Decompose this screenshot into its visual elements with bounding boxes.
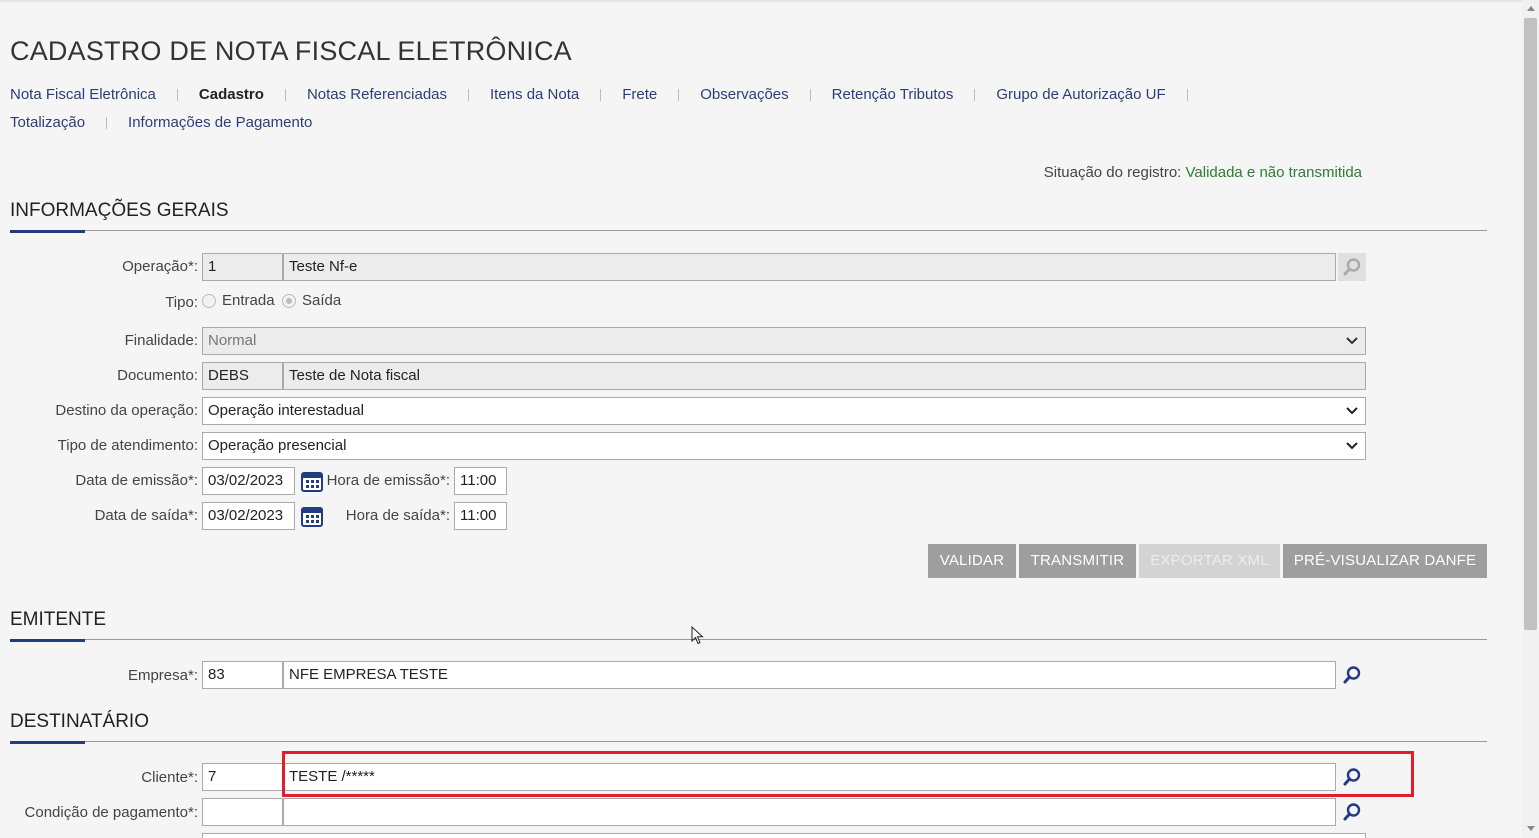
condicao-label: Condição de pagamento*: <box>24 804 198 821</box>
section-title: EMITENTE <box>10 609 107 630</box>
pre-visualizar-danfe-button[interactable]: PRÉ-VISUALIZAR DANFE <box>1283 544 1487 578</box>
destino-select[interactable]: Operação interestadual <box>202 397 1366 425</box>
atendimento-label: Tipo de atendimento: <box>57 437 198 454</box>
operacao-desc-field[interactable]: Teste Nf-e <box>283 253 1336 281</box>
page: CADASTRO DE NOTA FISCAL ELETRÔNICA Nota … <box>0 0 1539 838</box>
atendimento-value: Operação presencial <box>208 437 347 454</box>
scroll-up-icon[interactable] <box>1527 6 1535 11</box>
documento-label: Documento: <box>117 367 198 384</box>
section-emitente: EMITENTE <box>10 609 1487 642</box>
mouse-cursor-icon <box>691 626 704 645</box>
destino-value: Operação interestadual <box>208 402 364 419</box>
search-icon <box>1343 768 1361 786</box>
empresa-search-button[interactable] <box>1338 661 1366 689</box>
tipo-radio-saida[interactable]: Saída <box>282 292 341 309</box>
tipo-label: Tipo: <box>165 294 198 311</box>
section-accent-bar <box>10 639 85 642</box>
cliente-search-button[interactable] <box>1338 763 1366 791</box>
data-emissao-label: Data de emissão*: <box>75 472 198 489</box>
search-icon <box>1343 666 1361 684</box>
hora-emissao-field[interactable]: 11:00 <box>454 467 507 495</box>
radio-saida[interactable] <box>282 293 296 308</box>
tab-totalizacao[interactable]: Totalização <box>10 114 128 132</box>
operacao-search-button[interactable] <box>1338 253 1366 281</box>
destino-label: Destino da operação: <box>55 402 198 419</box>
condicao-code-field[interactable] <box>202 798 283 826</box>
chevron-down-icon <box>1346 337 1358 345</box>
status-label: Situação do registro: <box>1043 164 1182 181</box>
empresa-label: Empresa*: <box>127 667 198 684</box>
cliente-desc-field[interactable]: TESTE /***** <box>283 763 1336 791</box>
section-accent-bar <box>10 230 85 233</box>
data-saida-label: Data de saída*: <box>94 507 198 524</box>
operacao-code-field[interactable]: 1 <box>202 253 283 281</box>
tab-frete[interactable]: Frete <box>622 86 700 104</box>
tab-nota-fiscal[interactable]: Nota Fiscal Eletrônica <box>10 86 199 104</box>
search-icon <box>1343 803 1361 821</box>
section-informacoes-gerais: INFORMAÇÕES GERAIS <box>10 200 1487 233</box>
empresa-desc-field[interactable]: NFE EMPRESA TESTE <box>283 661 1336 689</box>
search-icon <box>1343 258 1361 276</box>
scrollbar-thumb[interactable] <box>1524 18 1537 630</box>
tab-itens-da-nota[interactable]: Itens da Nota <box>490 86 622 104</box>
empresa-code-field[interactable]: 83 <box>202 661 283 689</box>
chevron-down-icon <box>1346 407 1358 415</box>
finalidade-select[interactable]: Normal <box>202 327 1366 355</box>
radio-entrada[interactable] <box>202 293 216 308</box>
section-title: INFORMAÇÕES GERAIS <box>10 200 229 221</box>
section-title: DESTINATÁRIO <box>10 711 149 732</box>
cliente-code-field[interactable]: 7 <box>202 763 283 791</box>
chevron-down-icon <box>1346 442 1358 450</box>
transmitir-button[interactable]: TRANSMITIR <box>1019 544 1136 578</box>
page-title: CADASTRO DE NOTA FISCAL ELETRÔNICA <box>10 36 572 66</box>
radio-saida-label: Saída <box>302 292 342 309</box>
status-value: Validada e não transmitida <box>1185 164 1363 181</box>
tab-retencao-tributos[interactable]: Retenção Tributos <box>832 86 997 104</box>
tab-notas-referenciadas[interactable]: Notas Referenciadas <box>307 86 490 104</box>
next-field-partial[interactable] <box>202 833 1366 838</box>
tipo-radio-entrada[interactable]: Entrada <box>202 292 275 309</box>
atendimento-select[interactable]: Operação presencial <box>202 432 1366 460</box>
cliente-label: Cliente*: <box>141 769 198 786</box>
hora-saida-field[interactable]: 11:00 <box>454 502 507 530</box>
exportar-xml-button[interactable]: EXPORTAR XML <box>1139 544 1280 578</box>
radio-entrada-label: Entrada <box>222 292 275 309</box>
validar-button[interactable]: VALIDAR <box>928 544 1016 578</box>
tab-observacoes[interactable]: Observações <box>700 86 831 104</box>
condicao-search-button[interactable] <box>1338 798 1366 826</box>
tab-informacoes-pagamento[interactable]: Informações de Pagamento <box>128 114 312 132</box>
condicao-desc-field[interactable] <box>283 798 1336 826</box>
section-destinatario: DESTINATÁRIO <box>10 711 1487 744</box>
tab-bar: Nota Fiscal Eletrônica Cadastro Notas Re… <box>10 86 1320 132</box>
scroll-down-icon[interactable] <box>1527 826 1535 831</box>
documento-code-field[interactable]: DEBS <box>202 362 283 390</box>
section-accent-bar <box>10 741 85 744</box>
hora-saida-label: Hora de saída*: <box>345 507 450 524</box>
hora-emissao-label: Hora de emissão*: <box>326 472 450 489</box>
operacao-label: Operação*: <box>122 258 198 275</box>
finalidade-value: Normal <box>208 332 257 349</box>
record-status: Situação do registro: Validada e não tra… <box>1044 164 1362 181</box>
documento-desc-field[interactable]: Teste de Nota fiscal <box>283 362 1366 390</box>
tab-cadastro[interactable]: Cadastro <box>199 86 307 104</box>
tab-grupo-autorizacao[interactable]: Grupo de Autorização UF <box>996 86 1208 104</box>
top-divider <box>0 0 1522 2</box>
vertical-scrollbar[interactable] <box>1522 0 1539 838</box>
finalidade-label: Finalidade: <box>124 332 198 349</box>
